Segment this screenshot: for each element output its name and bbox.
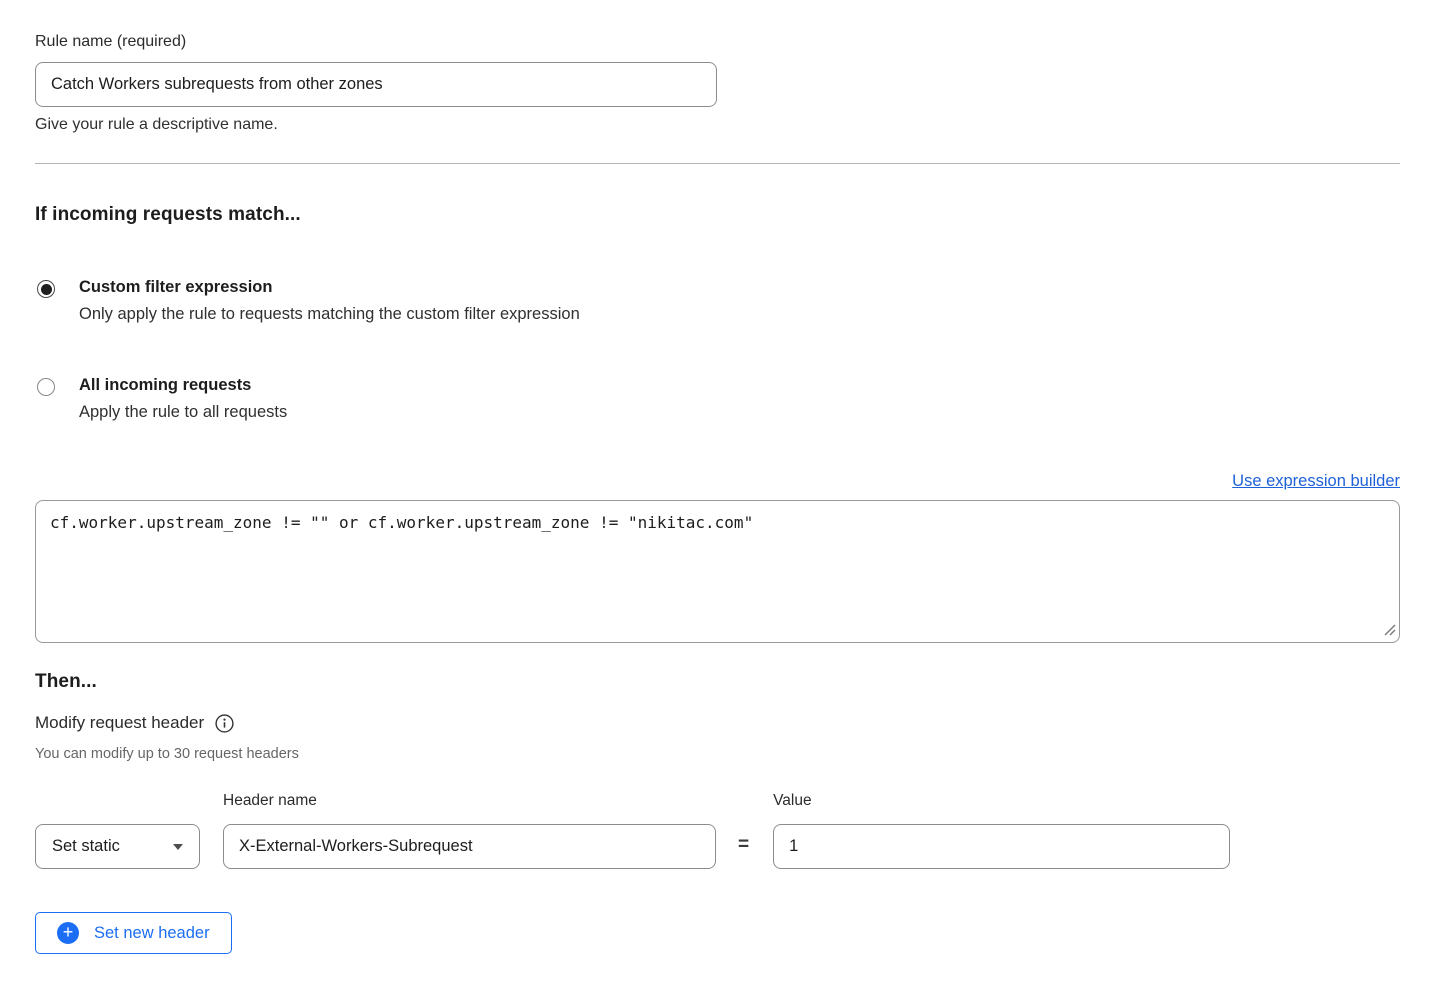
- set-new-header-button[interactable]: + Set new header: [35, 912, 232, 954]
- plus-icon: +: [57, 922, 79, 944]
- action-row: Modify request header: [35, 713, 1400, 733]
- radio-option-label: Custom filter expression: [79, 278, 580, 297]
- equals-sign: =: [738, 834, 749, 856]
- header-name-column: Header name: [223, 792, 716, 869]
- rule-name-input[interactable]: [35, 62, 717, 107]
- modify-request-header-rule-form: Rule name (required) Give your rule a de…: [0, 0, 1446, 954]
- set-new-header-button-label: Set new header: [94, 924, 210, 943]
- operation-column: Set static: [35, 824, 200, 869]
- section-divider: [35, 163, 1400, 164]
- use-expression-builder-link[interactable]: Use expression builder: [1232, 472, 1400, 490]
- operation-selected-value: Set static: [52, 837, 120, 856]
- chevron-down-icon: [173, 844, 183, 850]
- info-icon[interactable]: [215, 714, 234, 733]
- expression-builder-link-row: Use expression builder: [35, 472, 1400, 491]
- radio-option-label: All incoming requests: [79, 376, 287, 395]
- operation-select[interactable]: Set static: [35, 824, 200, 869]
- match-section-heading: If incoming requests match...: [35, 204, 1400, 226]
- radio-option-text: All incoming requests Apply the rule to …: [79, 376, 287, 422]
- textarea-resize-handle-icon[interactable]: [1382, 622, 1396, 636]
- radio-option-custom-filter-expression[interactable]: Custom filter expression Only apply the …: [35, 278, 1400, 324]
- radio-option-description: Only apply the rule to requests matching…: [79, 305, 580, 324]
- action-label: Modify request header: [35, 713, 204, 733]
- header-modification-row: Set static Header name = Value: [35, 792, 1400, 869]
- value-label: Value: [773, 792, 1230, 810]
- rule-name-label: Rule name (required): [35, 33, 1400, 51]
- value-column: Value: [773, 792, 1230, 869]
- header-value-input[interactable]: [773, 824, 1230, 869]
- radio-option-text: Custom filter expression Only apply the …: [79, 278, 580, 324]
- filter-expression-textarea[interactable]: cf.worker.upstream_zone != "" or cf.work…: [35, 500, 1400, 643]
- radio-option-description: Apply the rule to all requests: [79, 403, 287, 422]
- expression-editor: cf.worker.upstream_zone != "" or cf.work…: [35, 500, 1400, 643]
- radio-button-all-requests-unselected[interactable]: [37, 378, 55, 396]
- radio-button-custom-filter-selected[interactable]: [37, 280, 55, 298]
- max-headers-helper: You can modify up to 30 request headers: [35, 746, 1400, 762]
- rule-name-helper: Give your rule a descriptive name.: [35, 116, 1400, 134]
- then-section-heading: Then...: [35, 671, 1400, 693]
- header-name-input[interactable]: [223, 824, 716, 869]
- radio-option-all-incoming-requests[interactable]: All incoming requests Apply the rule to …: [35, 376, 1400, 422]
- header-name-label: Header name: [223, 792, 716, 810]
